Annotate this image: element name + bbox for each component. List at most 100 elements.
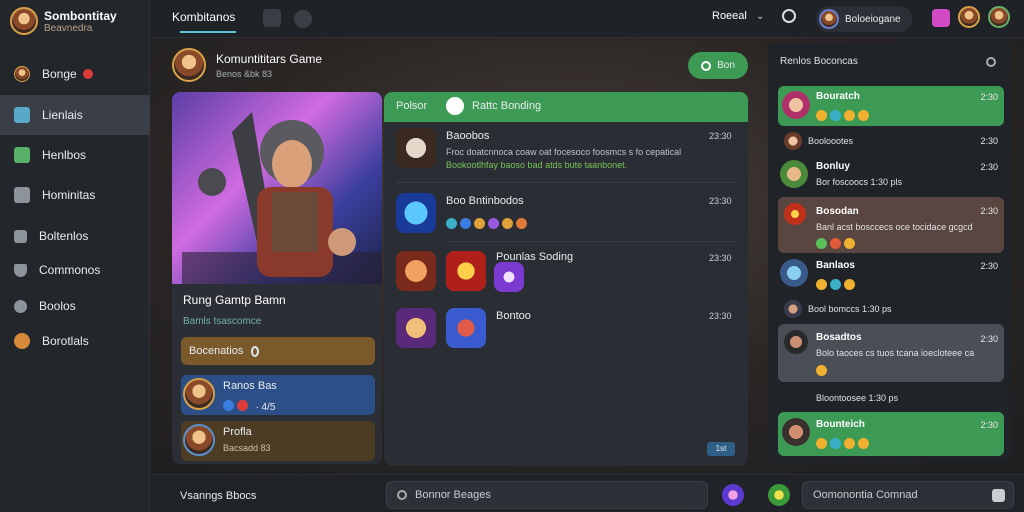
sidebar-item-commonos[interactable]: Commonos: [0, 250, 150, 290]
brand[interactable]: Sombontitay Beavnedra: [10, 7, 117, 35]
sidebar-item-boolos[interactable]: Boolos: [0, 286, 150, 326]
brand-title: Sombontitay: [44, 8, 117, 23]
home-icon[interactable]: [263, 9, 281, 27]
message-time: 2:30: [980, 261, 998, 271]
search-icon[interactable]: [782, 9, 796, 23]
chat-message[interactable]: Banlaos 2:30: [778, 256, 1004, 292]
chat-message[interactable]: Bosadtos 2:30 Bolo taoces cs tuos tcana …: [778, 324, 1004, 382]
compass-icon[interactable]: [294, 10, 312, 28]
avatar: [782, 91, 810, 119]
feed-item-time: 23:30: [709, 196, 732, 206]
player-meta: · 4/5: [255, 402, 276, 413]
feed-item-text: Froc doatcnnoca coaw oat focesoco foosmc…: [446, 147, 682, 157]
command-input[interactable]: Oomonontia Comnad: [802, 481, 1014, 509]
chat-message[interactable]: Bosodan 2:30 Banl acst bosccecs oce toci…: [778, 197, 1004, 253]
tab-rattc-bonding[interactable]: Rattc Bonding: [472, 100, 541, 112]
friend-avatar[interactable]: [958, 6, 980, 28]
active-tab-indicator: [180, 31, 236, 33]
player-row[interactable]: Ranos Bas · 4/5: [181, 375, 375, 415]
player-stats: · 4/5: [223, 397, 275, 415]
hero-subtitle: Bamls tsascomce: [183, 316, 262, 327]
top-bar: Kombitanos Roeeal ⌄ Boloeiogane: [150, 0, 1024, 38]
search-input[interactable]: Bonnor Beages: [386, 481, 708, 509]
settings-icon: [14, 299, 27, 313]
user-menu-label[interactable]: Roeeal: [712, 10, 747, 22]
hero-artwork: [172, 92, 382, 284]
sidebar-item-label: Hominitas: [42, 188, 96, 202]
avatar: [784, 203, 806, 225]
chat-message[interactable]: Bool bomccs 1:30 ps: [778, 298, 1004, 320]
settings-icon[interactable]: [986, 57, 996, 67]
sidebar-item-henlbos[interactable]: Henlbos: [0, 135, 150, 175]
chat-message[interactable]: Bonluy 2:30 Bor foscoocs 1:30 pls: [778, 157, 1004, 193]
search-placeholder: Bonnor Beages: [415, 489, 491, 501]
chevron-down-icon[interactable]: ⌄: [756, 11, 764, 22]
avatar: [782, 418, 810, 446]
chat-panel: Renlos Boconcas Bouratch 2:30 Booloootes…: [768, 42, 1010, 462]
chart-icon: [14, 107, 30, 123]
player-avatar: [183, 424, 215, 456]
message-time: 2:30: [980, 92, 998, 102]
message-time: 2:30: [980, 206, 998, 216]
bottom-bar: Vsanngs Bbocs Bonnor Beages Oomonontia C…: [150, 474, 1024, 512]
message-author: Bonluy: [816, 161, 850, 172]
profile-chip[interactable]: Boloeiogane: [816, 6, 912, 32]
bottom-label: Vsanngs Bbocs: [180, 490, 257, 502]
reaction-row: [816, 435, 872, 453]
message-text: Bolo taoces cs tuos tcana ioecloteee ca: [816, 348, 975, 358]
reaction-row: [816, 107, 872, 125]
sidebar: Sombontitay Beavnedra Bonge Lienlais Hen…: [0, 0, 150, 512]
chat-message[interactable]: Bouratch 2:30: [778, 86, 1004, 126]
reaction-row: [446, 215, 530, 233]
divider: [396, 182, 736, 183]
sidebar-item-hominitas[interactable]: Hominitas: [0, 175, 150, 215]
sidebar-item-label: Boolos: [39, 299, 76, 313]
trophy-icon: [14, 333, 30, 349]
tab-kombitanos[interactable]: Kombitanos: [172, 10, 235, 24]
reaction-row: [816, 235, 858, 253]
player-row[interactable]: Profla Bacsadd 83: [181, 421, 375, 461]
chat-message[interactable]: Booloootes 2:30: [778, 130, 1004, 152]
feed-item-title: Baoobos: [446, 130, 490, 142]
avatar: [784, 132, 802, 150]
player-avatar: [183, 378, 215, 410]
player-name: Ranos Bas: [223, 380, 277, 392]
gift-icon[interactable]: [932, 9, 950, 27]
join-button[interactable]: Bon: [688, 52, 748, 79]
avatar: [780, 160, 808, 188]
player-name: Profla: [223, 426, 252, 438]
grid-icon: [14, 187, 30, 203]
game-avatar: [172, 48, 206, 82]
emote-button[interactable]: [722, 484, 744, 506]
character-icon: [396, 193, 436, 233]
friend-avatar[interactable]: [988, 6, 1010, 28]
tab-polsor[interactable]: Polsor: [396, 100, 427, 112]
game-title: Komuntititars Game: [216, 52, 323, 66]
sidebar-item-lienlais[interactable]: Lienlais: [0, 95, 150, 135]
message-author: Bouratch: [816, 91, 860, 102]
hero-action-button[interactable]: Bocenatios: [181, 337, 375, 365]
player-meta: Bacsadd 83: [223, 443, 271, 453]
game-header: Komuntititars Game Benos &bk 83 Bon: [172, 48, 752, 86]
page-badge[interactable]: 1st: [707, 442, 735, 456]
refresh-icon[interactable]: [446, 97, 464, 115]
sidebar-item-label: Bonge: [42, 67, 77, 81]
spell-icon: [494, 262, 524, 292]
chat-icon: [14, 229, 27, 243]
chat-message[interactable]: Bloontoosee 1:30 ps: [778, 390, 1004, 408]
profile-name: Boloeiogane: [845, 13, 901, 25]
hero-card: Rung Gamtp Bamn Bamls tsascomce Bocenati…: [172, 92, 382, 464]
chat-message[interactable]: Bounteich 2:30: [778, 412, 1004, 456]
feed-item-title: Pounlas Soding: [496, 251, 574, 263]
sidebar-item-label: Lienlais: [42, 108, 83, 122]
sidebar-item-bonge[interactable]: Bonge: [0, 54, 150, 94]
sidebar-item-borotlals[interactable]: Borotlals: [0, 321, 150, 361]
character-icon: [446, 251, 486, 291]
message-time: 2:30: [980, 136, 998, 146]
notification-badge: [82, 69, 93, 79]
sticker-button[interactable]: [768, 484, 790, 506]
send-icon[interactable]: [992, 489, 1005, 502]
reaction-row: [816, 276, 858, 294]
avatar: [784, 300, 802, 318]
message-author: Booloootes: [808, 136, 854, 146]
